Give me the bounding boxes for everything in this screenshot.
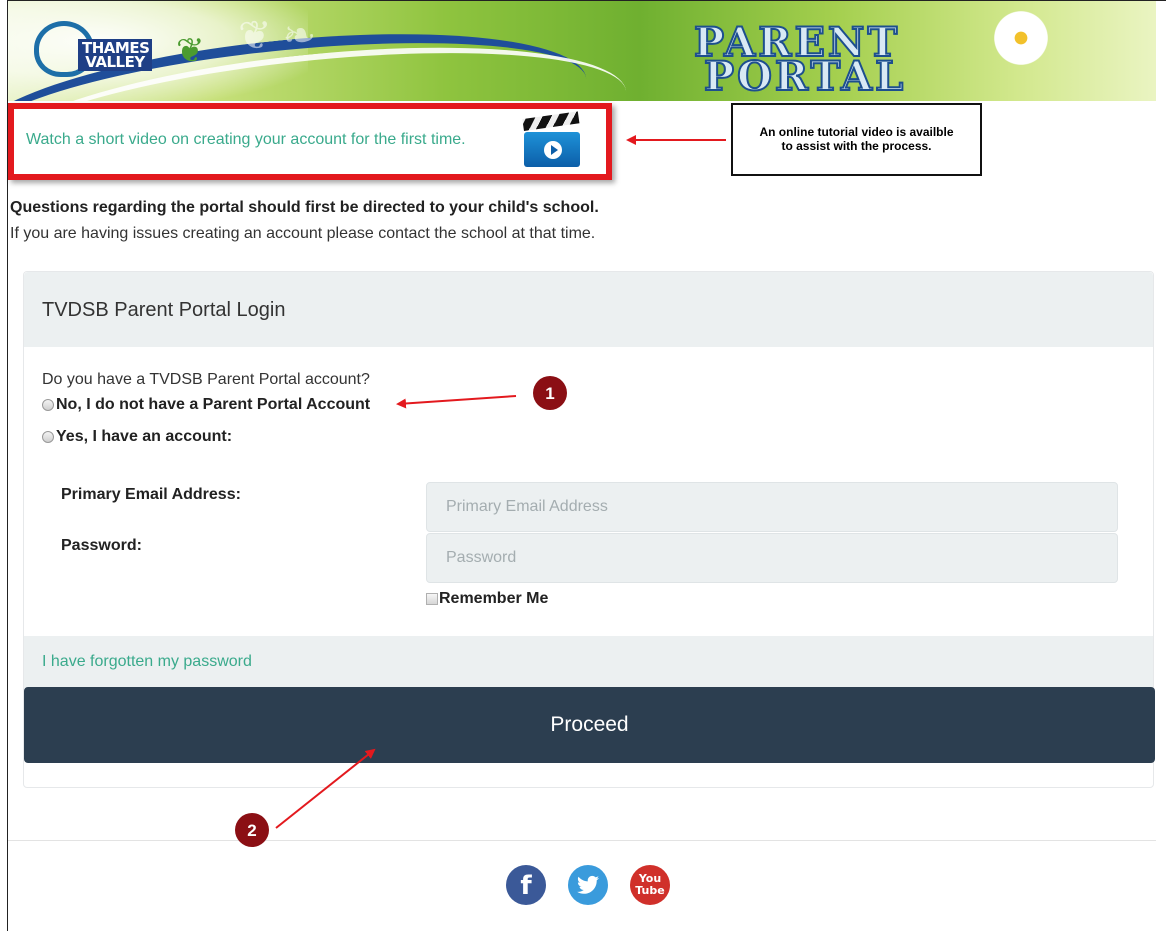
remember-me-checkbox[interactable] — [426, 593, 438, 605]
email-field[interactable] — [426, 482, 1118, 532]
leaf-pattern-icon: ❦ ❧ — [238, 14, 317, 58]
callout-line-1: An online tutorial video is availble — [759, 125, 954, 139]
video-highlight-box: Watch a short video on creating your acc… — [8, 103, 612, 180]
login-panel-header: TVDSB Parent Portal Login — [24, 272, 1153, 347]
has-account-radio[interactable] — [42, 431, 54, 443]
daisy-icon — [990, 7, 1052, 69]
email-label: Primary Email Address: — [61, 486, 241, 503]
thames-valley-logo[interactable]: THAMES VALLEY — [34, 21, 164, 81]
butterfly-icon: ❦ — [176, 32, 205, 70]
login-panel-title: TVDSB Parent Portal Login — [42, 299, 286, 321]
callout-line-2: to assist with the process. — [781, 139, 932, 153]
remember-me-label: Remember Me — [439, 590, 549, 607]
tutorial-callout: An online tutorial video is availble to … — [731, 103, 982, 176]
forgot-password-link[interactable]: I have forgotten my password — [42, 653, 252, 671]
clapper-body — [524, 132, 580, 167]
password-field[interactable] — [426, 533, 1118, 583]
no-account-option[interactable]: No, I do not have a Parent Portal Accoun… — [42, 396, 370, 414]
remember-me-option[interactable]: Remember Me — [426, 590, 548, 608]
video-clapperboard-icon[interactable] — [522, 111, 580, 167]
account-question: Do you have a TVDSB Parent Portal accoun… — [42, 371, 370, 388]
forgot-password-bar: I have forgotten my password — [24, 636, 1153, 688]
footer-divider — [8, 840, 1156, 841]
password-label: Password: — [61, 537, 142, 554]
no-account-label: No, I do not have a Parent Portal Accoun… — [56, 396, 371, 413]
has-account-option[interactable]: Yes, I have an account: — [42, 428, 232, 446]
proceed-button[interactable]: Proceed — [24, 687, 1155, 763]
twitter-icon[interactable] — [568, 865, 608, 905]
banner-title-portal: PORTAL — [703, 52, 907, 101]
support-notice: Questions regarding the portal should fi… — [10, 199, 599, 216]
login-panel: TVDSB Parent Portal Login Do you have a … — [23, 271, 1155, 788]
no-account-radio[interactable] — [42, 399, 54, 411]
twitter-bird-glyph — [577, 875, 599, 894]
tutorial-video-link[interactable]: Watch a short video on creating your acc… — [26, 131, 466, 149]
youtube-icon[interactable]: You Tube — [630, 865, 670, 905]
portal-banner: ❦ ❧ THAMES VALLEY ❦ PARENT PORTAL — [8, 1, 1156, 101]
support-note: If you are having issues creating an acc… — [10, 225, 596, 242]
logo-text: THAMES VALLEY — [78, 39, 152, 71]
facebook-icon[interactable]: f — [506, 865, 546, 905]
has-account-label: Yes, I have an account: — [56, 428, 233, 445]
clapper-top — [522, 111, 580, 131]
play-icon — [544, 141, 562, 159]
